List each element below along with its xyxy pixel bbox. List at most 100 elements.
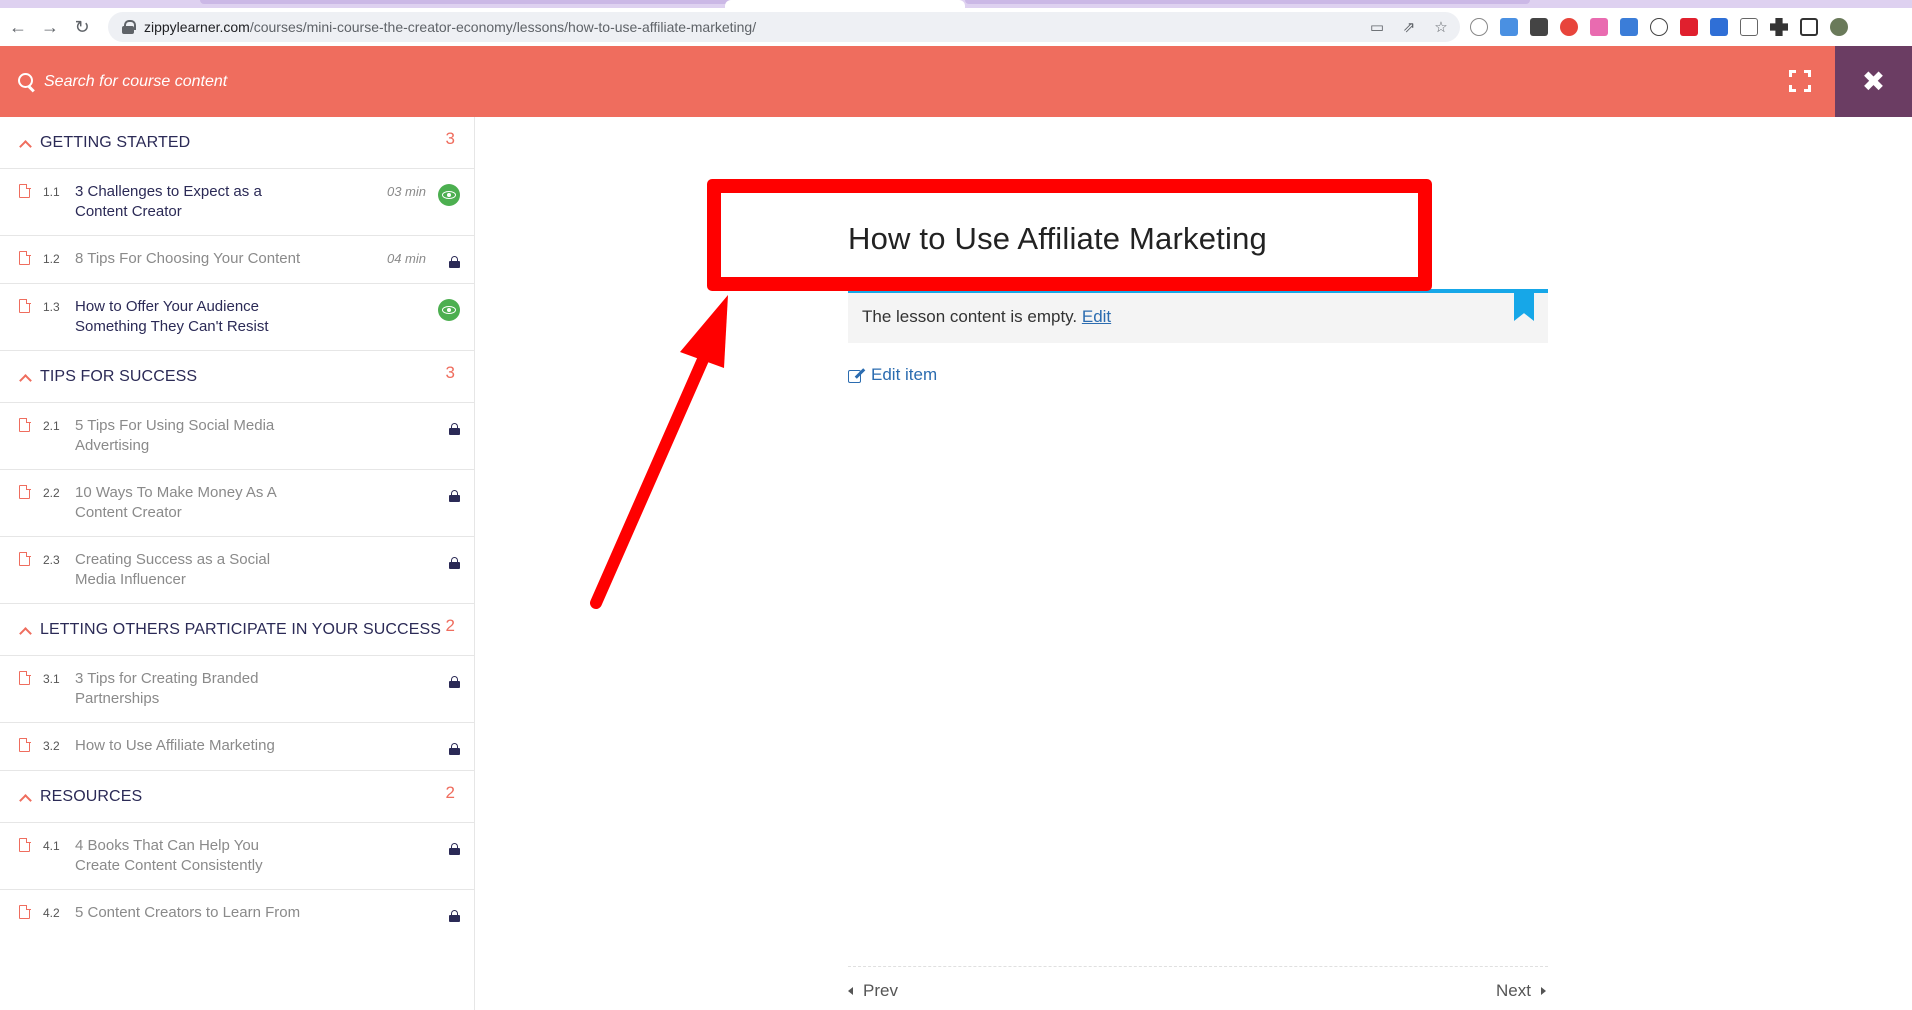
document-icon: [19, 837, 31, 852]
browser-tab[interactable]: [200, 0, 520, 4]
address-bar[interactable]: zippylearner.com/courses/mini-course-the…: [108, 12, 1460, 42]
url-text: zippylearner.com/courses/mini-course-the…: [144, 19, 757, 35]
bookmark-star-icon[interactable]: ☆: [1432, 18, 1450, 36]
close-icon: ✖: [1861, 66, 1886, 97]
lesson-item-current[interactable]: 3.2 How to Use Affiliate Marketing: [0, 723, 474, 771]
recycle-extension-icon[interactable]: [1740, 18, 1758, 36]
empty-message-text: The lesson content is empty.: [862, 307, 1078, 326]
grid-extension-icon[interactable]: [1530, 18, 1548, 36]
document-icon: [19, 484, 31, 499]
video-extension-icon[interactable]: [1680, 18, 1698, 36]
lesson-number: 1.1: [43, 185, 60, 199]
search-input[interactable]: [44, 66, 644, 97]
document-icon: [19, 183, 31, 198]
lesson-title: 3 Challenges to Expect as a Content Crea…: [75, 183, 262, 220]
lesson-item[interactable]: 1.2 8 Tips For Choosing Your Content 04 …: [0, 236, 474, 284]
edit-item-button[interactable]: Edit item: [848, 365, 937, 385]
color-extension-icon[interactable]: [1560, 18, 1578, 36]
forward-arrow-icon[interactable]: →: [36, 13, 64, 41]
document-icon: [19, 250, 31, 265]
nav-divider: [848, 966, 1548, 967]
lesson-number: 2.3: [43, 553, 60, 567]
fullscreen-icon[interactable]: [1789, 70, 1811, 92]
reload-icon[interactable]: ↻: [68, 13, 96, 41]
puzzle-extensions-icon[interactable]: [1770, 18, 1788, 36]
lesson-title: How to Use Affiliate Marketing: [75, 737, 275, 754]
page-extension-icon[interactable]: [1710, 18, 1728, 36]
search-icon: [18, 72, 36, 91]
lesson-item[interactable]: 2.3 Creating Success as a Social Media I…: [0, 537, 474, 604]
lesson-title: 4 Books That Can Help You Create Content…: [75, 837, 263, 874]
lesson-title: How to Offer Your Audience Something The…: [75, 298, 269, 335]
lock-icon: [449, 843, 460, 855]
photo-extension-icon[interactable]: [1620, 18, 1638, 36]
lesson-number: 1.2: [43, 252, 60, 266]
preview-eye-icon: [438, 184, 460, 206]
lock-icon: [449, 490, 460, 502]
translate-icon[interactable]: ▭: [1368, 18, 1386, 36]
lesson-number: 2.2: [43, 486, 60, 500]
next-button[interactable]: Next: [1496, 981, 1546, 1001]
browser-tab-active[interactable]: [725, 0, 965, 8]
share-icon[interactable]: ⇗: [1400, 18, 1418, 36]
curriculum-sidebar: GETTING STARTED 3 1.1 3 Challenges to Ex…: [0, 117, 475, 1010]
close-button[interactable]: ✖: [1835, 46, 1912, 117]
next-label: Next: [1496, 981, 1531, 1000]
lesson-item[interactable]: 3.1 3 Tips for Creating Branded Partners…: [0, 656, 474, 723]
lesson-item[interactable]: 2.2 10 Ways To Make Money As A Content C…: [0, 470, 474, 537]
course-header: ✖: [0, 46, 1912, 117]
lock-icon: [449, 557, 460, 569]
lesson-title: 5 Content Creators to Learn From: [75, 904, 301, 921]
section-header[interactable]: RESOURCES 2: [0, 771, 474, 823]
compass-extension-icon[interactable]: [1470, 18, 1488, 36]
chevron-up-icon: [20, 792, 30, 802]
lesson-item[interactable]: 4.2 5 Content Creators to Learn From: [0, 890, 474, 938]
section-header[interactable]: LETTING OTHERS PARTICIPATE IN YOUR SUCCE…: [0, 604, 474, 656]
gradient-extension-icon[interactable]: [1590, 18, 1608, 36]
section-header[interactable]: GETTING STARTED 3: [0, 117, 474, 169]
lesson-number: 1.3: [43, 300, 60, 314]
section-title: GETTING STARTED: [40, 133, 191, 151]
browser-toolbar: ← → ↻ zippylearner.com/courses/mini-cour…: [0, 8, 1912, 46]
lesson-number: 3.1: [43, 672, 60, 686]
empty-content-message: The lesson content is empty. Edit: [862, 307, 1111, 327]
prev-button[interactable]: Prev: [848, 981, 898, 1001]
section-count: 2: [445, 616, 455, 635]
lesson-number: 2.1: [43, 419, 60, 433]
preview-eye-icon: [438, 299, 460, 321]
lesson-number: 4.2: [43, 906, 60, 920]
edit-link[interactable]: Edit: [1082, 307, 1111, 326]
lesson-item[interactable]: 1.1 3 Challenges to Expect as a Content …: [0, 169, 474, 236]
lesson-title: 8 Tips For Choosing Your Content: [75, 250, 301, 267]
lesson-title: 3 Tips for Creating Branded Partnerships: [75, 670, 259, 707]
section-title: TIPS FOR SUCCESS: [40, 367, 198, 385]
lesson-number: 3.2: [43, 739, 60, 753]
edit-pen-icon: [848, 367, 865, 384]
lesson-item[interactable]: 1.3 How to Offer Your Audience Something…: [0, 284, 474, 351]
bookmark-icon[interactable]: [1514, 293, 1534, 321]
lock-icon: [449, 910, 460, 922]
section-title: LETTING OTHERS PARTICIPATE IN YOUR SUCCE…: [40, 620, 442, 638]
lesson-duration: 03 min: [386, 184, 426, 199]
lock-icon: [449, 676, 460, 688]
section-title: RESOURCES: [40, 787, 143, 805]
section-count: 3: [445, 129, 455, 148]
document-icon: [19, 417, 31, 432]
lock-icon: [449, 743, 460, 755]
browser-tab[interactable]: [1210, 0, 1530, 4]
section-header[interactable]: TIPS FOR SUCCESS 3: [0, 351, 474, 403]
sidepanel-icon[interactable]: [1800, 18, 1818, 36]
empty-content-notice: The lesson content is empty. Edit: [848, 289, 1548, 343]
lesson-title: 5 Tips For Using Social Media Advertisin…: [75, 417, 275, 454]
search-bar: [18, 46, 644, 117]
lesson-item[interactable]: 4.1 4 Books That Can Help You Create Con…: [0, 823, 474, 890]
lock-icon: [449, 423, 460, 435]
lesson-title: Creating Success as a Social Media Influ…: [75, 551, 271, 588]
profile-avatar[interactable]: [1830, 18, 1848, 36]
docs-extension-icon[interactable]: [1500, 18, 1518, 36]
lesson-item[interactable]: 2.1 5 Tips For Using Social Media Advert…: [0, 403, 474, 470]
lock-icon: [449, 256, 460, 268]
font-extension-icon[interactable]: [1650, 18, 1668, 36]
back-arrow-icon[interactable]: ←: [4, 13, 32, 41]
edit-item-label: Edit item: [871, 365, 938, 384]
